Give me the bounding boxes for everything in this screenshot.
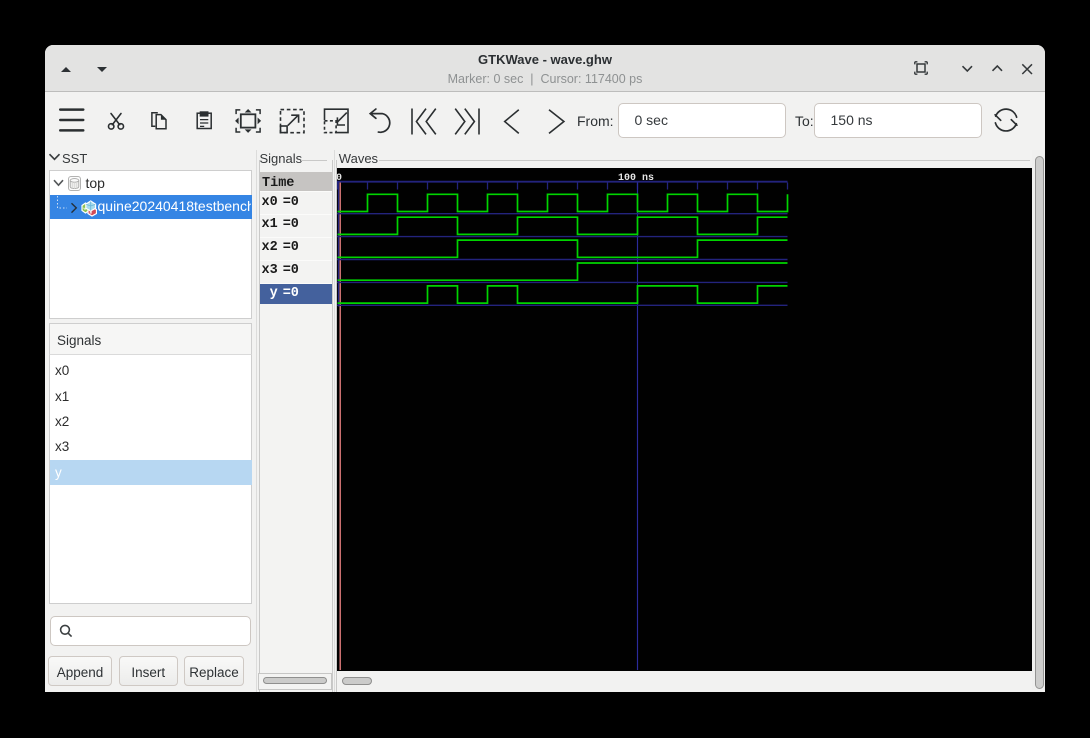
svg-text:100 ns: 100 ns: [618, 173, 654, 184]
svg-text:0: 0: [337, 173, 342, 184]
